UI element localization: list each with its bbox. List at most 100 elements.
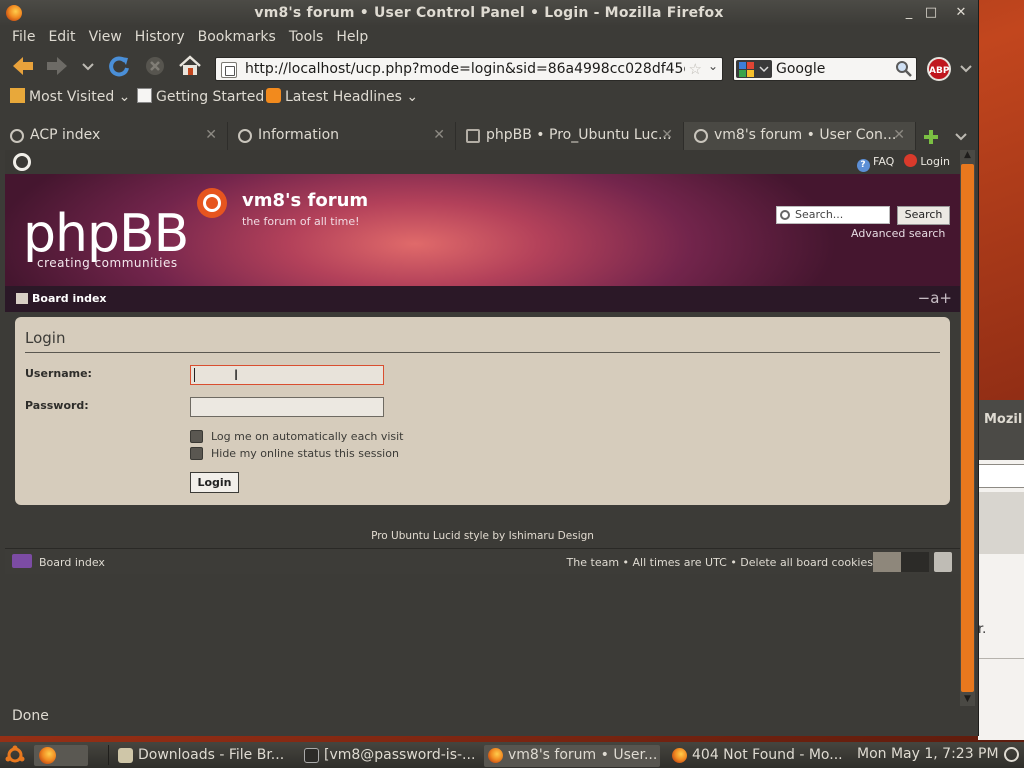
login-title: Login xyxy=(25,329,66,347)
menu-tools[interactable]: Tools xyxy=(283,26,331,48)
tab-list-chevron-icon[interactable] xyxy=(954,132,968,142)
username-input[interactable]: I xyxy=(190,365,384,385)
ubuntu-circle-icon xyxy=(197,188,227,218)
style-swatch-dark[interactable] xyxy=(901,552,929,572)
background-window-divider xyxy=(978,658,1024,659)
menu-file[interactable]: File xyxy=(6,26,42,48)
tab-acp-index[interactable]: ACP index ✕ xyxy=(0,122,228,150)
toolbar-overflow-icon[interactable] xyxy=(959,63,973,75)
adblock-plus-icon[interactable]: ABP xyxy=(927,57,951,81)
forum-search-button[interactable]: Search xyxy=(897,206,950,225)
bookmark-star-icon[interactable]: ☆ xyxy=(689,60,702,78)
history-dropdown-icon[interactable] xyxy=(80,54,96,78)
tab-close-icon[interactable]: ✕ xyxy=(433,127,445,143)
forum-footer-icon xyxy=(12,554,32,568)
search-engine-text[interactable]: Google xyxy=(776,61,825,77)
taskbar-item-forum[interactable]: vm8's forum • User... xyxy=(484,745,660,767)
menu-history[interactable]: History xyxy=(129,26,192,48)
url-bar[interactable]: http://localhost/ucp.php?mode=login&sid=… xyxy=(215,57,723,81)
tab-close-icon[interactable]: ✕ xyxy=(661,127,673,143)
tab-close-icon[interactable]: ✕ xyxy=(205,127,217,143)
login-button[interactable]: Login xyxy=(190,472,239,493)
firefox-icon xyxy=(488,748,503,763)
maximize-button[interactable]: □ xyxy=(921,3,941,23)
background-window-field xyxy=(978,464,1024,488)
minimize-button[interactable]: _ xyxy=(899,3,919,23)
users-icon xyxy=(466,129,480,143)
google-engine-icon[interactable] xyxy=(736,60,772,78)
taskbar-item-terminal[interactable]: [vm8@password-is-... xyxy=(300,745,476,767)
bookmark-latest-headlines[interactable]: Latest Headlines ⌄ xyxy=(266,88,418,105)
ubuntu-menu-icon[interactable] xyxy=(4,745,26,765)
search-bar[interactable]: Google xyxy=(733,57,917,81)
url-text[interactable]: http://localhost/ucp.php?mode=login&sid=… xyxy=(245,61,685,77)
login-panel: Login Username: I Password: Log me on au… xyxy=(15,317,950,505)
site-favicon-icon xyxy=(221,62,237,78)
auto-login-label[interactable]: Log me on automatically each visit xyxy=(211,430,404,443)
footer-links[interactable]: The team • All times are UTC • Delete al… xyxy=(567,556,873,569)
scroll-down-icon[interactable]: ▼ xyxy=(960,694,975,706)
taskbar: Downloads - File Br... [vm8@password-is-… xyxy=(0,742,1024,768)
login-link[interactable]: Login xyxy=(920,155,950,168)
taskbar-item-404[interactable]: 404 Not Found - Mo... xyxy=(668,745,846,767)
firefox-launcher[interactable] xyxy=(34,745,88,766)
tab-vm8s-forum[interactable]: vm8's forum • User Con... ✕ xyxy=(684,122,916,150)
bookmark-most-visited[interactable]: Most Visited ⌄ xyxy=(10,88,130,105)
font-size-control[interactable]: −a+ xyxy=(918,289,952,307)
password-input[interactable] xyxy=(190,397,384,417)
menu-help[interactable]: Help xyxy=(330,26,375,48)
menu-bookmarks[interactable]: Bookmarks xyxy=(192,26,283,48)
faq-link[interactable]: FAQ xyxy=(873,155,894,168)
ubuntu-logo-icon[interactable] xyxy=(13,153,31,171)
vertical-scrollbar[interactable]: ▲ ▼ xyxy=(960,150,975,706)
phpbb-tagline: creating communities xyxy=(37,256,178,270)
search-icon[interactable] xyxy=(895,60,913,78)
advanced-search-link[interactable]: Advanced search xyxy=(851,227,945,240)
page-icon xyxy=(137,88,152,103)
stop-icon[interactable] xyxy=(142,54,168,78)
top-links: ? FAQ Login xyxy=(856,154,950,172)
auto-login-checkbox[interactable] xyxy=(190,430,203,443)
tab-favicon-icon xyxy=(10,129,24,143)
phpbb-logo[interactable]: phpBB xyxy=(23,204,189,264)
background-window-panel xyxy=(978,492,1024,554)
close-button[interactable]: ✕ xyxy=(951,3,971,23)
menu-edit[interactable]: Edit xyxy=(42,26,82,48)
url-dropdown-icon[interactable]: ⌄ xyxy=(708,59,718,73)
window-title: vm8's forum • User Control Panel • Login… xyxy=(254,5,724,21)
forum-search-input[interactable]: Search... xyxy=(776,206,890,224)
style-swatch-light[interactable] xyxy=(873,552,901,572)
status-bar: Done xyxy=(12,708,49,724)
tab-information[interactable]: Information ✕ xyxy=(228,122,456,150)
home-icon xyxy=(16,293,28,304)
forward-arrow-icon[interactable] xyxy=(44,54,70,78)
bookmarks-toolbar: Most Visited ⌄ Getting Started Latest He… xyxy=(0,84,978,110)
tab-favicon-icon xyxy=(238,129,252,143)
home-icon[interactable] xyxy=(177,54,203,78)
tab-close-icon[interactable]: ✕ xyxy=(893,127,905,143)
new-tab-plus-icon[interactable] xyxy=(922,128,940,146)
bookmark-getting-started[interactable]: Getting Started xyxy=(137,88,264,105)
terminal-icon xyxy=(304,748,319,763)
title-bar: vm8's forum • User Control Panel • Login… xyxy=(0,0,978,26)
background-window-text: r. xyxy=(978,622,987,637)
scrollbar-thumb[interactable] xyxy=(961,164,974,692)
hide-online-label[interactable]: Hide my online status this session xyxy=(211,447,399,460)
footer-board-index-link[interactable]: Board index xyxy=(39,556,105,569)
board-index-link[interactable]: Board index xyxy=(32,292,107,305)
reload-icon[interactable] xyxy=(106,54,132,78)
hide-online-checkbox[interactable] xyxy=(190,447,203,460)
folder-icon xyxy=(10,88,25,103)
style-credit[interactable]: Pro Ubuntu Lucid style by Ishimaru Desig… xyxy=(5,530,960,542)
menu-view[interactable]: View xyxy=(83,26,129,48)
taskbar-item-downloads[interactable]: Downloads - File Br... xyxy=(114,745,294,767)
scroll-up-icon[interactable]: ▲ xyxy=(960,150,975,162)
tab-phpbb-pro-ubuntu[interactable]: phpBB • Pro_Ubuntu Luc... ✕ xyxy=(456,122,684,150)
trash-icon[interactable] xyxy=(934,552,952,572)
power-icon[interactable] xyxy=(1004,747,1019,762)
faq-icon: ? xyxy=(856,159,870,172)
clock[interactable]: Mon May 1, 7:23 PM xyxy=(857,746,999,762)
search-icon xyxy=(780,210,790,220)
back-arrow-icon[interactable] xyxy=(10,54,36,78)
forum-header: phpBB creating communities vm8's forum t… xyxy=(5,174,960,286)
